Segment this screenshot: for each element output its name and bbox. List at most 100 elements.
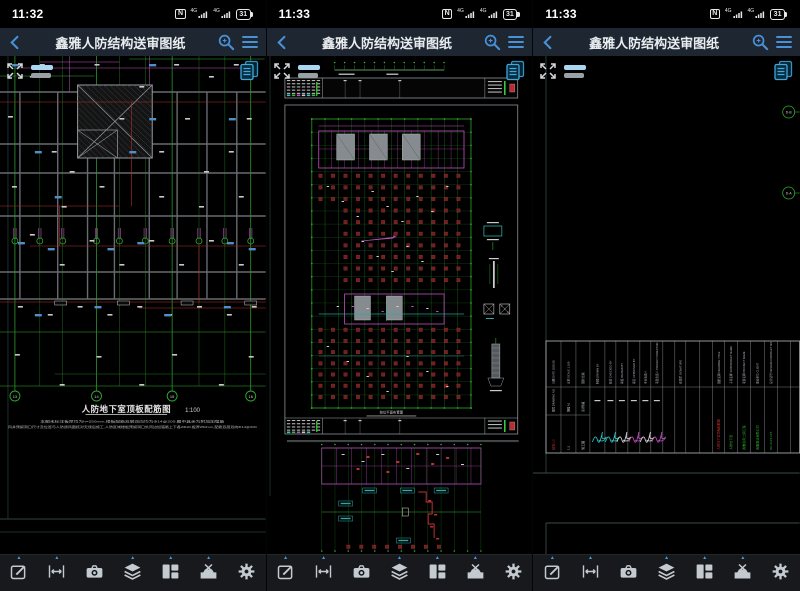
- toolbox-button[interactable]: ▲: [194, 560, 223, 586]
- layers-button[interactable]: ▲: [652, 560, 681, 586]
- svg-text:比例 SCALE 1:100: 比例 SCALE 1:100: [567, 361, 571, 384]
- plan-caption: 桩位平面布置图: [379, 409, 403, 414]
- svg-text:子项名称 SUBPROJECT NAME: 子项名称 SUBPROJECT NAME: [730, 346, 734, 384]
- svg-text:图幅 A1: 图幅 A1: [567, 402, 571, 412]
- axis-bubble-label: D-B: [786, 110, 793, 114]
- svg-text:人防地下室顶板配筋图: 人防地下室顶板配筋图: [716, 419, 721, 450]
- bottom-toolbar: ▲ ▲ ▲ ▲ ▲: [533, 554, 800, 591]
- caret-up-icon: ▲: [473, 555, 478, 561]
- measure-button[interactable]: ▲: [576, 560, 605, 586]
- layout-button[interactable]: ▲: [156, 560, 185, 586]
- cad-viewport-2[interactable]: 桩位平面布置图: [267, 56, 533, 554]
- camera-button[interactable]: [347, 560, 376, 586]
- caret-up-icon: ▲: [588, 555, 593, 561]
- search-zoom-button[interactable]: [483, 33, 502, 52]
- caret-up-icon: ▲: [168, 555, 173, 561]
- zoom-level-bar: [564, 65, 586, 70]
- caret-up-icon: ▲: [550, 555, 555, 561]
- svg-text:项目名称 PROJECT NAME: 项目名称 PROJECT NAME: [743, 351, 747, 384]
- bottom-toolbar: ▲ ▲ ▲ ▲ ▲: [0, 554, 266, 591]
- back-button[interactable]: [7, 34, 24, 51]
- back-button[interactable]: [540, 34, 557, 51]
- svg-text:项目负责人 PROJECT DIRECTOR: 项目负责人 PROJECT DIRECTOR: [655, 343, 659, 384]
- svg-text:审定 APPROVED BY: 审定 APPROVED BY: [632, 358, 636, 384]
- svg-text:审核 REVIEW BY: 审核 REVIEW BY: [620, 363, 624, 384]
- edit-button[interactable]: ▲: [538, 560, 567, 586]
- sheets-button[interactable]: [771, 59, 794, 85]
- progress-bar: [564, 73, 584, 78]
- menu-button[interactable]: [775, 34, 793, 50]
- caret-up-icon: ▲: [283, 555, 288, 561]
- caret-up-icon: ▲: [130, 555, 135, 561]
- settings-button[interactable]: [766, 560, 795, 586]
- camera-button[interactable]: [80, 560, 109, 586]
- svg-text:图纸名称 DRAWING TITLE: 图纸名称 DRAWING TITLE: [717, 351, 721, 384]
- nav-bar: 鑫雅人防结构送审图纸: [0, 28, 266, 56]
- svg-text:制图 DRAWN BY: 制图 DRAWN BY: [596, 363, 600, 384]
- edit-button[interactable]: ▲: [271, 560, 300, 586]
- toolbox-button[interactable]: ▲: [461, 560, 490, 586]
- drawing-note-2: 风井预留洞口尺寸及位置与人防通风图核对无误后施工,人防区域楼板预留洞口处周边加强…: [8, 424, 257, 429]
- caret-up-icon: ▲: [16, 555, 21, 561]
- page-title: 鑫雅人防结构送审图纸: [296, 33, 479, 52]
- svg-text:专业负责人: 专业负责人: [644, 370, 648, 384]
- zoom-level-bar: [298, 65, 320, 70]
- layout-button[interactable]: ▲: [690, 560, 719, 586]
- triple-screenshot-strip: 11:32 N 4G 4G 31 鑫雅人防结构送审图纸 人防地下室顶板配筋图 1…: [0, 0, 800, 590]
- phone-screen-2: 11:33 N 4G 4G 31 鑫雅人防结构送审图纸 桩位平面布置图: [267, 0, 534, 590]
- edit-button[interactable]: ▲: [4, 560, 33, 586]
- fullscreen-button[interactable]: [538, 61, 558, 84]
- fullscreen-button[interactable]: [5, 61, 25, 84]
- search-zoom-button[interactable]: [751, 33, 770, 52]
- caret-up-icon: ▲: [435, 555, 440, 561]
- back-button[interactable]: [274, 34, 291, 51]
- nfc-icon: N: [175, 9, 185, 19]
- settings-button[interactable]: [232, 560, 261, 586]
- status-time: 11:33: [279, 7, 311, 21]
- cad-viewport-3[interactable]: 日期 DATE 2020.08图号 DRAWING NO.结施-13比例 SCA…: [533, 56, 800, 554]
- status-time: 11:32: [12, 7, 44, 21]
- phone-screen-1: 11:32 N 4G 4G 31 鑫雅人防结构送审图纸 人防地下室顶板配筋图 1…: [0, 0, 267, 590]
- caret-up-icon: ▲: [54, 555, 59, 561]
- layers-button[interactable]: ▲: [385, 560, 414, 586]
- svg-text:鑫雅名府二期工程: 鑫雅名府二期工程: [742, 425, 747, 450]
- search-zoom-button[interactable]: [217, 33, 236, 52]
- battery-icon: 31: [236, 9, 251, 20]
- caret-up-icon: ▲: [321, 555, 326, 561]
- status-time: 11:33: [545, 7, 577, 21]
- cad-viewport-1[interactable]: 人防地下室顶板配筋图 1:100 本图未标注板厚均为h=250mm,楼板配筋双层…: [0, 56, 266, 554]
- fullscreen-button[interactable]: [272, 61, 292, 84]
- menu-button[interactable]: [241, 34, 259, 50]
- status-bar: 11:32 N 4G 4G 31: [0, 0, 266, 28]
- sheets-button[interactable]: [503, 59, 526, 85]
- signal-icon: 4G: [213, 9, 231, 19]
- layers-button[interactable]: ▲: [118, 560, 147, 586]
- camera-button[interactable]: [614, 560, 643, 586]
- page-title: 鑫雅人防结构送审图纸: [562, 33, 746, 52]
- bottom-toolbar: ▲ ▲ ▲ ▲ ▲: [267, 554, 533, 591]
- progress-bar: [298, 73, 318, 78]
- svg-text:设计证号 DESIGN CONTRACT NO.: 设计证号 DESIGN CONTRACT NO.: [770, 341, 774, 384]
- axis-bubble-label: D-A: [786, 191, 793, 195]
- nfc-icon: N: [710, 9, 720, 19]
- svg-text:DK-2024-025: DK-2024-025: [770, 431, 774, 450]
- nfc-icon: N: [442, 9, 452, 19]
- zoom-level-bar: [31, 65, 53, 70]
- phone-screen-3: 11:33 N 4G 4G 31 鑫雅人防结构送审图纸 日期 DATE 2020…: [533, 0, 800, 590]
- menu-button[interactable]: [507, 34, 525, 50]
- settings-button[interactable]: [499, 560, 528, 586]
- svg-text:施工图: 施工图: [580, 441, 585, 450]
- toolbox-button[interactable]: ▲: [728, 560, 757, 586]
- caret-up-icon: ▲: [397, 555, 402, 561]
- progress-bar: [31, 73, 51, 78]
- svg-text:结施-13: 结施-13: [551, 439, 556, 450]
- measure-button[interactable]: ▲: [42, 560, 71, 586]
- layout-button[interactable]: ▲: [423, 560, 452, 586]
- svg-text:图别 结施: 图别 结施: [581, 372, 585, 384]
- svg-text:建设单位 CLIENT: 建设单位 CLIENT: [756, 363, 760, 384]
- drawing-scale: 1:100: [185, 408, 201, 414]
- svg-text:校对 CHECKED BY: 校对 CHECKED BY: [609, 360, 613, 384]
- sheets-button[interactable]: [237, 59, 260, 85]
- measure-button[interactable]: ▲: [309, 560, 338, 586]
- signal-icon: 4G: [748, 9, 766, 19]
